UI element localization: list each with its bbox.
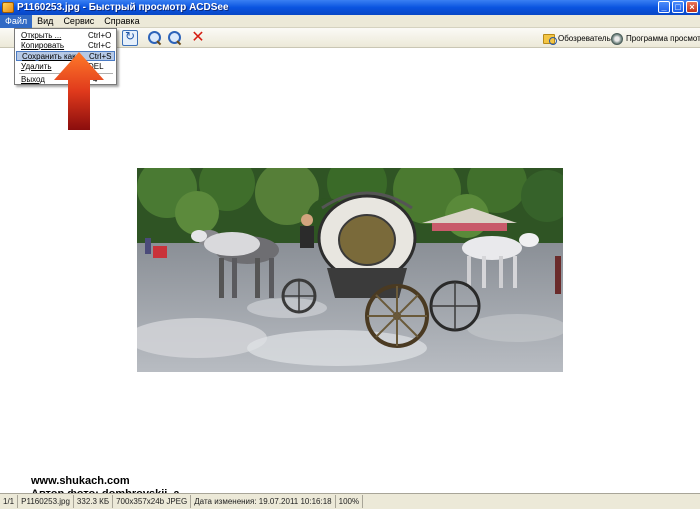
status-filesize: 332.3 КБ <box>74 495 114 508</box>
maximize-button[interactable]: □ <box>672 1 684 13</box>
watermark-url: www.shukach.com <box>31 475 130 487</box>
menu-help[interactable]: Справка <box>99 15 144 28</box>
delete-icon[interactable]: ✕ <box>190 30 206 46</box>
status-dimensions: 700x357x24b JPEG <box>113 495 192 508</box>
window-title: P1160253.jpg - Быстрый просмотр ACDSee <box>17 2 229 13</box>
viewer-label: Программа просмотра <box>626 34 700 43</box>
status-bar: 1/1 P1160253.jpg 332.3 КБ 700x357x24b JP… <box>0 493 700 509</box>
viewer-button[interactable]: Программа просмотра <box>611 31 700 46</box>
menu-file[interactable]: Файл <box>0 14 33 28</box>
menu-item-copy[interactable]: Копировать Ctrl+C <box>16 41 115 51</box>
menu-tools[interactable]: Сервис <box>58 15 99 28</box>
status-image-index: 1/1 <box>0 495 19 508</box>
red-arrow-icon <box>54 52 104 130</box>
viewer-disc-icon <box>611 32 623 45</box>
browser-folder-icon <box>543 33 557 45</box>
status-zoom: 100% <box>336 495 364 508</box>
window-controls: _ □ × <box>658 1 698 13</box>
menu-item-open[interactable]: Открыть ... Ctrl+O <box>16 31 115 41</box>
rotate-icon[interactable] <box>122 29 138 46</box>
zoom-in-icon[interactable] <box>147 30 163 46</box>
acdsee-app-icon[interactable] <box>2 2 14 13</box>
browser-button[interactable]: Обозреватель <box>543 31 611 46</box>
title-bar: P1160253.jpg - Быстрый просмотр ACDSee _… <box>0 0 700 15</box>
minimize-button[interactable]: _ <box>658 1 670 13</box>
photo-carriage <box>137 168 563 372</box>
menu-view[interactable]: Вид <box>32 15 58 28</box>
menu-bar: Файл Вид Сервис Справка <box>0 14 700 28</box>
zoom-out-icon[interactable] <box>167 30 183 46</box>
close-button[interactable]: × <box>686 1 698 13</box>
status-filename: P1160253.jpg <box>18 495 74 508</box>
status-modified-date: Дата изменения: 19.07.2011 10:16:18 <box>191 495 336 508</box>
browser-label: Обозреватель <box>558 34 611 43</box>
